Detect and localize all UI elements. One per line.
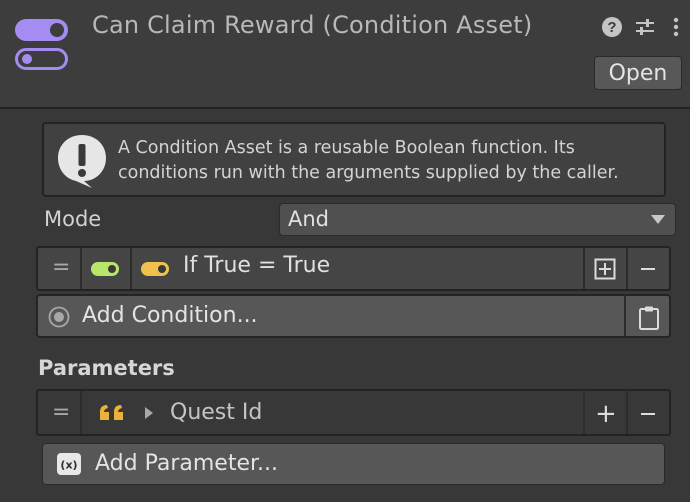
divider [626,391,628,434]
inspector-header: Can Claim Reward (Condition Asset) ? Ope… [0,0,690,107]
mode-value: And [288,207,330,231]
parameters-heading: Parameters [38,356,175,380]
help-icon[interactable]: ? [600,15,624,39]
mode-dropdown[interactable]: And [279,203,676,236]
svg-text:(x): (x) [60,459,77,472]
add-parameter-item-icon[interactable]: + [595,401,617,427]
condition-enabled-toggle[interactable] [91,262,119,276]
divider [626,248,628,289]
open-button[interactable]: Open [594,56,682,90]
remove-parameter-icon[interactable] [640,406,656,422]
drag-handle-icon[interactable]: = [52,255,70,280]
radio-icon [48,306,70,328]
add-condition-button[interactable]: Add Condition... [36,294,671,338]
parameter-name[interactable]: Quest Id [170,400,262,425]
condition-label[interactable]: If True = True [183,253,330,278]
add-parameter-button[interactable]: (x) Add Parameter... [42,443,665,485]
divider [80,391,82,434]
condition-row: = If True = True [36,246,671,291]
add-parameter-label: Add Parameter... [95,451,279,476]
remove-condition-icon[interactable] [640,261,656,277]
string-quote-icon [100,405,123,420]
expand-arrow-icon[interactable] [144,406,154,420]
divider [624,296,626,336]
drag-handle-icon[interactable]: = [52,400,70,425]
help-box: A Condition Asset is a reusable Boolean … [42,122,666,197]
divider [583,391,585,434]
parameter-row: = Quest Id + [36,389,671,436]
mode-label: Mode [44,207,102,231]
asset-title: Can Claim Reward (Condition Asset) [92,11,533,39]
more-vertical-icon[interactable] [664,15,688,39]
variable-icon: (x) [57,453,81,475]
divider [80,248,82,289]
clipboard-icon[interactable] [638,305,660,331]
dropdown-arrow-icon [651,215,665,224]
help-text: A Condition Asset is a reusable Boolean … [118,138,619,183]
header-divider [0,107,690,109]
info-exclamation-icon [58,135,106,188]
divider [130,248,132,289]
divider [583,248,585,289]
condition-type-icon [141,262,169,276]
add-condition-label: Add Condition... [82,303,258,328]
svg-text:?: ? [607,19,616,36]
settings-sliders-icon[interactable] [633,15,657,39]
add-subcondition-icon[interactable] [594,258,616,280]
toggle-asset-icon [15,19,68,70]
